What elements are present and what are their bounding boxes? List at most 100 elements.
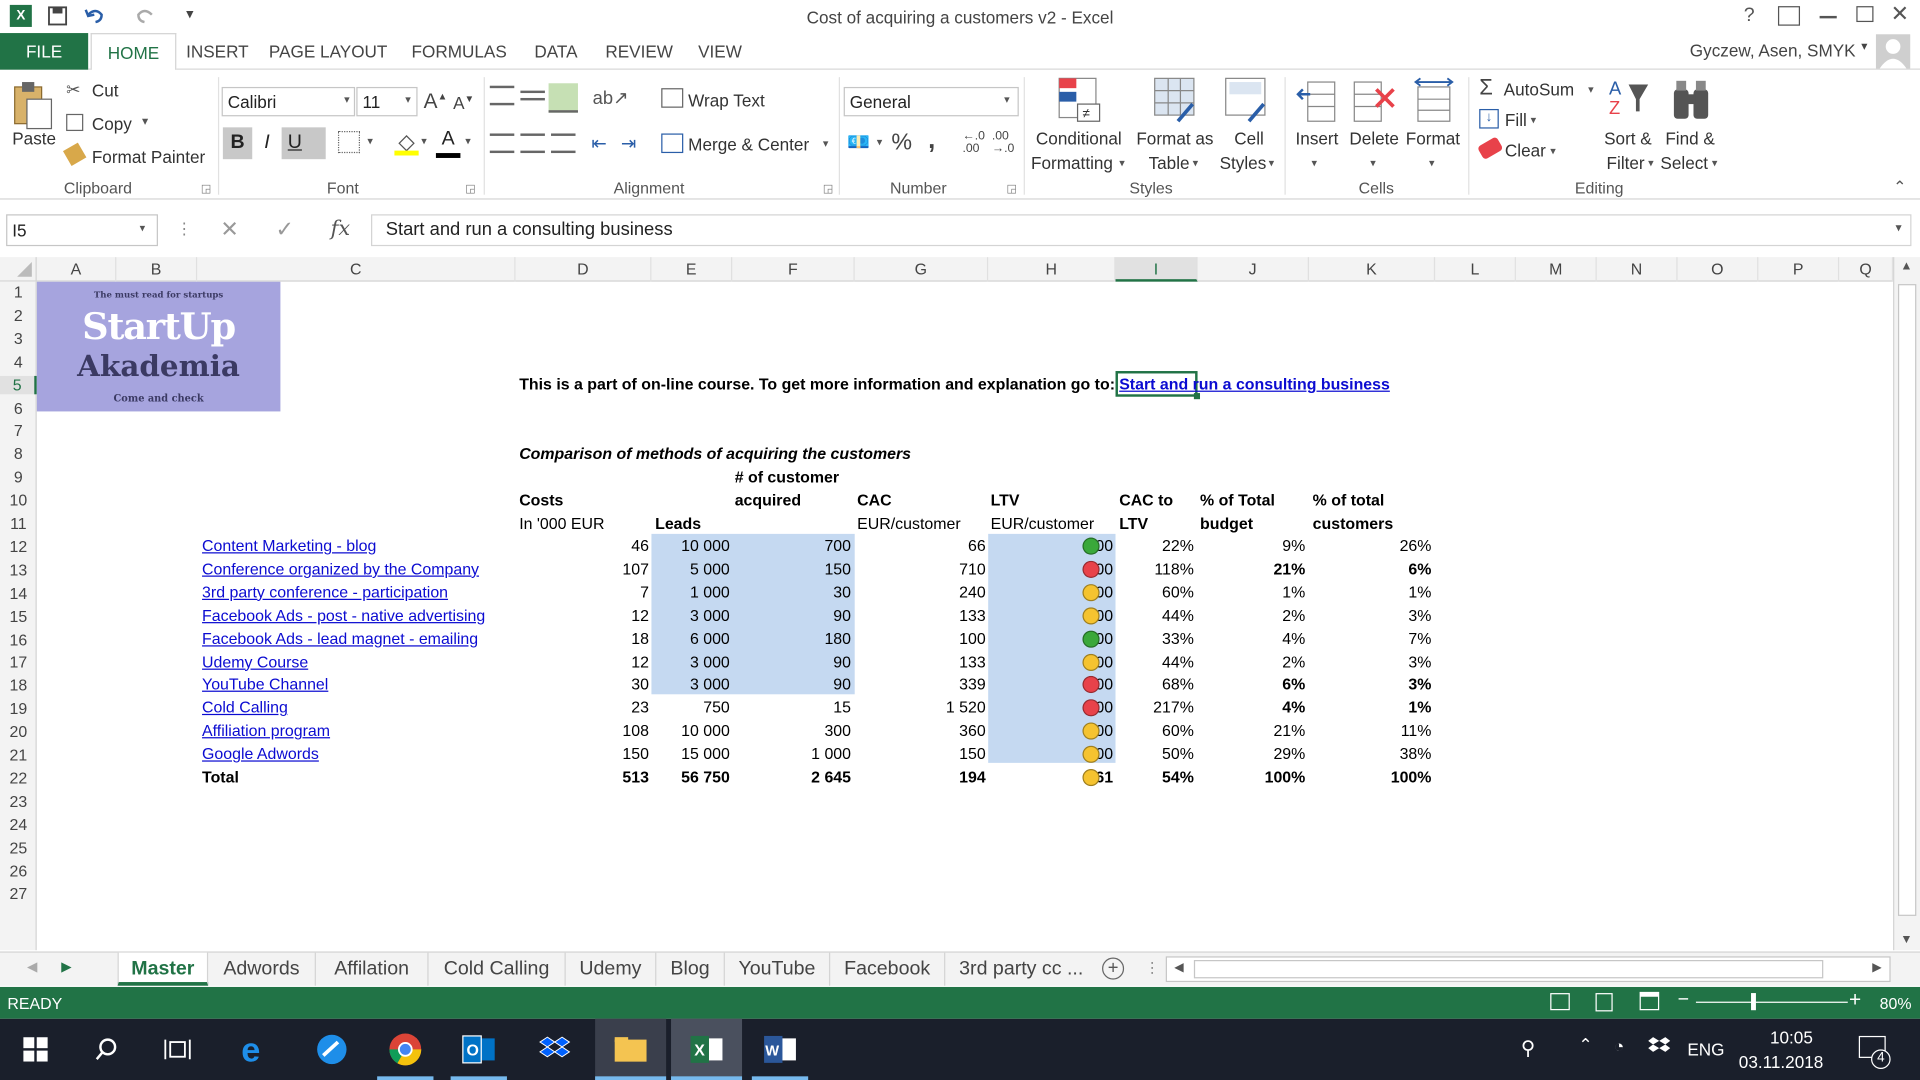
font-color-icon[interactable]: A [435, 129, 461, 158]
method-link[interactable]: Facebook Ads - post - native advertising [202, 606, 485, 624]
horizontal-scrollbar[interactable]: ◀ ▶ [1165, 956, 1891, 983]
column-header[interactable]: J [1198, 257, 1309, 282]
alignment-launcher-icon[interactable]: ◲ [823, 182, 833, 195]
vertical-scrollbar[interactable]: ▲ ▼ [1893, 257, 1920, 951]
row-header[interactable]: 8 [0, 445, 37, 463]
ribbon-display-options-icon[interactable] [1777, 6, 1801, 26]
decrease-decimal-icon[interactable]: .00 →.0 [992, 130, 1014, 155]
tab-split-grip-icon[interactable]: ⋮ [1145, 959, 1160, 976]
font-color-dropdown-icon[interactable]: ▾ [465, 135, 471, 148]
fill-button[interactable]: Fill [1505, 110, 1527, 130]
hscroll-left-icon[interactable]: ◀ [1174, 961, 1183, 974]
cell-styles-button[interactable]: Cell [1234, 129, 1264, 149]
wifi-icon[interactable]: ◔ [1614, 1036, 1624, 1056]
sheet-tab-blog[interactable]: Blog [656, 952, 725, 986]
method-link[interactable]: Facebook Ads - lead magnet - emailing [202, 629, 478, 647]
column-header[interactable]: L [1435, 257, 1516, 282]
worksheet-grid[interactable]: The must read for startups StartUp Akade… [36, 281, 1893, 951]
sort-filter-button[interactable]: Sort & [1604, 129, 1652, 149]
format-as-table-dropdown-icon[interactable]: ▾ [1193, 157, 1199, 170]
search-icon[interactable] [71, 1019, 142, 1080]
cut-button[interactable]: Cut [92, 81, 119, 101]
minimize-button[interactable] [1819, 15, 1837, 19]
comma-style-button[interactable]: , [928, 126, 935, 155]
row-header[interactable]: 5 [0, 375, 37, 394]
row-header[interactable]: 4 [0, 352, 37, 370]
chrome-icon[interactable] [370, 1019, 441, 1080]
decrease-font-icon[interactable]: A▼ [453, 93, 474, 113]
hscroll-right-icon[interactable]: ▶ [1872, 961, 1881, 974]
help-button[interactable]: ? [1744, 5, 1755, 27]
column-header[interactable]: P [1758, 257, 1840, 282]
tab-page-layout[interactable]: PAGE LAYOUT [267, 33, 389, 70]
cancel-entry-icon[interactable]: ✕ [220, 217, 238, 243]
row-header[interactable]: 1 [0, 283, 37, 301]
row-header[interactable]: 11 [0, 514, 37, 532]
sheet-scroll-left-icon[interactable]: ◀ [27, 959, 37, 975]
format-button[interactable]: Format [1406, 129, 1460, 149]
sheet-tab-youtube[interactable]: YouTube [725, 952, 831, 986]
task-view-icon[interactable] [142, 1019, 213, 1080]
paste-icon[interactable] [10, 77, 54, 131]
fill-color-icon[interactable] [394, 131, 419, 156]
row-header[interactable]: 9 [0, 468, 37, 486]
course-link[interactable]: Start and run a consulting business [1119, 375, 1390, 393]
row-header[interactable]: 12 [0, 537, 37, 555]
tab-data[interactable]: DATA [529, 33, 583, 70]
zoom-slider-track[interactable] [1695, 1001, 1848, 1003]
excel-taskbar-icon[interactable]: X [671, 1018, 743, 1080]
show-hidden-icons[interactable]: ⌃ [1578, 1035, 1592, 1056]
name-box-dropdown-icon[interactable]: ▾ [140, 222, 146, 235]
row-header[interactable]: 26 [0, 861, 37, 879]
scroll-up-icon[interactable]: ▲ [1900, 260, 1912, 273]
file-explorer-icon[interactable] [595, 1018, 667, 1080]
tab-insert[interactable]: INSERT [184, 33, 251, 70]
method-link[interactable]: Cold Calling [202, 698, 288, 716]
accounting-format-icon[interactable]: 💶 [847, 131, 870, 153]
insert-dropdown-icon[interactable]: ▾ [1311, 157, 1317, 170]
wrap-text-button[interactable]: Wrap Text [688, 91, 765, 111]
column-header[interactable]: B [116, 257, 198, 282]
number-format-select[interactable]: General [843, 86, 1019, 117]
conditional-formatting-button[interactable]: Conditional [1036, 129, 1122, 149]
start-button[interactable] [0, 1019, 71, 1080]
page-break-view-icon[interactable] [1639, 991, 1660, 1011]
clear-dropdown-icon[interactable]: ▾ [1550, 144, 1556, 157]
row-header[interactable]: 20 [0, 723, 37, 741]
insert-button[interactable]: Insert [1296, 129, 1339, 149]
align-middle-icon[interactable] [520, 90, 545, 101]
column-header[interactable]: E [651, 257, 733, 282]
borders-icon[interactable] [337, 131, 361, 154]
row-header[interactable]: 3 [0, 329, 37, 347]
row-header[interactable]: 14 [0, 584, 37, 602]
fill-color-dropdown-icon[interactable]: ▾ [421, 135, 427, 148]
orientation-icon[interactable]: ab↗ [593, 87, 629, 109]
insert-function-button[interactable]: fx [331, 217, 350, 241]
name-box[interactable]: I5 [6, 214, 158, 247]
column-header[interactable]: A [37, 257, 117, 282]
user-name[interactable]: Gyczew, Asen, SMYK [1690, 40, 1856, 60]
sheet-tab-adwords[interactable]: Adwords [208, 952, 316, 986]
align-bottom-icon[interactable] [548, 83, 578, 113]
row-header[interactable]: 24 [0, 815, 37, 833]
row-header[interactable]: 7 [0, 422, 37, 440]
number-launcher-icon[interactable]: ◲ [1007, 182, 1017, 195]
edge-browser-icon[interactable]: e [220, 1019, 291, 1080]
sheet-tab-3rd-party[interactable]: 3rd party cc ... [945, 953, 1097, 986]
column-header-selected[interactable]: I [1115, 257, 1198, 282]
vertical-scroll-thumb[interactable] [1897, 284, 1917, 916]
row-header[interactable]: 19 [0, 699, 37, 717]
number-format-dropdown-icon[interactable]: ▾ [1004, 93, 1010, 106]
sheet-tab-udemy[interactable]: Udemy [566, 952, 657, 986]
method-link[interactable]: 3rd party conference - participation [202, 583, 448, 601]
format-dropdown-icon[interactable]: ▾ [1429, 157, 1435, 170]
delete-button[interactable]: Delete [1349, 129, 1399, 149]
zoom-level[interactable]: 80% [1880, 994, 1912, 1012]
row-header[interactable]: 16 [0, 630, 37, 648]
confirm-entry-icon[interactable]: ✓ [276, 217, 294, 243]
row-header[interactable]: 13 [0, 561, 37, 579]
scroll-down-icon[interactable]: ▼ [1900, 933, 1912, 946]
column-header[interactable]: K [1309, 257, 1436, 282]
font-size-dropdown-icon[interactable]: ▾ [405, 93, 411, 106]
clock-time[interactable]: 10:05 [1765, 1027, 1819, 1047]
